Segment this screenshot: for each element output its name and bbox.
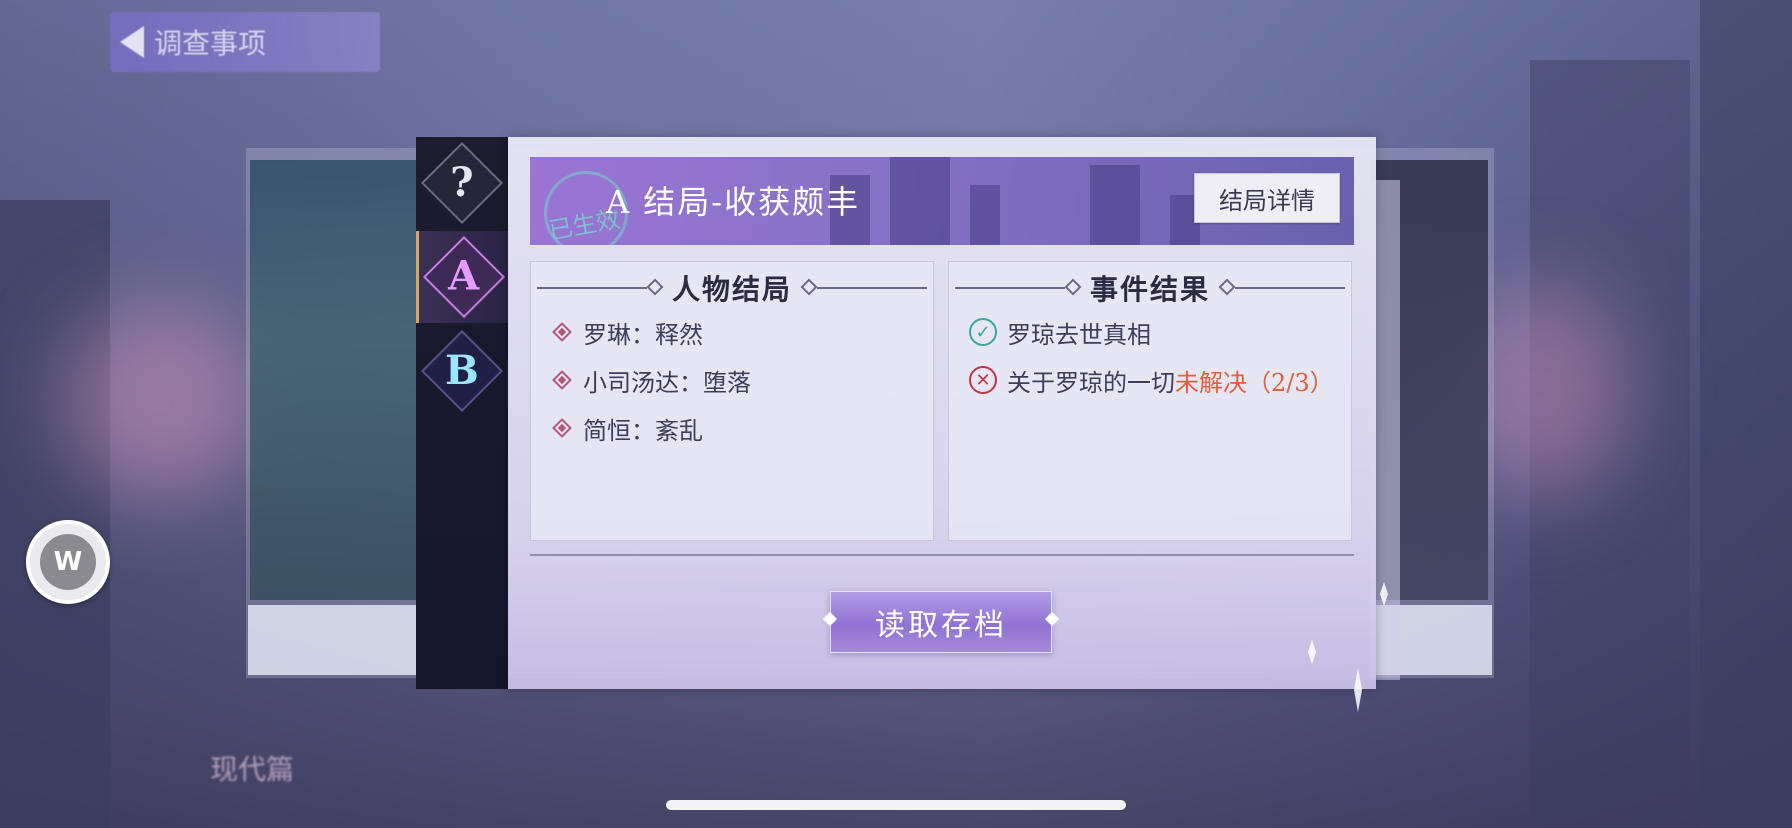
ornament-line — [1235, 287, 1345, 289]
load-save-button[interactable]: 读取存档 — [822, 591, 1060, 653]
diamond-bullet-icon — [552, 370, 572, 390]
diamond-bullet-icon — [552, 418, 572, 438]
background-building — [0, 200, 110, 828]
unresolved-status: 未解决（2/3） — [1175, 368, 1334, 397]
ending-title: A 结局-收获颇丰 — [606, 183, 861, 221]
section-divider — [530, 554, 1354, 556]
banner-decoration — [1090, 165, 1140, 245]
diamond-bullet-icon — [552, 322, 572, 342]
ornament-gem-icon — [646, 278, 664, 296]
event-results-heading: 事件结果 — [1089, 273, 1210, 306]
ending-banner: 已生效 A 结局-收获颇丰 结局详情 — [530, 157, 1354, 245]
character-ending-text: 简恒：紊乱 — [583, 416, 703, 445]
x-circle-icon: ✕ — [969, 366, 997, 394]
check-circle-icon: ✓ — [969, 318, 997, 346]
event-results-header: 事件结果 — [949, 268, 1351, 308]
back-arrow-icon — [120, 26, 144, 58]
event-results-panel: 事件结果 ✓ 罗琼去世真相 ✕ 关于罗琼的一切未解决（2/3） — [948, 261, 1352, 541]
sparkle-icon — [1044, 611, 1060, 627]
character-endings-panel: 人物结局 罗琳：释然 小司汤达：堕落 简恒：紊乱 — [530, 261, 934, 541]
ending-tabs: ? A B — [416, 137, 508, 689]
ornament-gem-icon — [1064, 278, 1082, 296]
back-label: 调查事项 — [154, 27, 267, 60]
event-result-label: 关于罗琼的一切 — [1007, 368, 1175, 397]
character-endings-heading: 人物结局 — [671, 273, 792, 306]
character-ending-item: 罗琳：释然 — [551, 314, 703, 350]
bottom-tab-label[interactable]: 现代篇 — [210, 748, 390, 798]
ornament-gem-icon — [1218, 278, 1236, 296]
chat-bubble-button[interactable]: W — [26, 520, 110, 604]
a-diamond-icon: A — [422, 235, 505, 319]
character-ending-item: 简恒：紊乱 — [551, 410, 703, 446]
background-building — [1700, 0, 1792, 828]
tab-symbol: ? — [450, 159, 474, 206]
event-result-text: 关于罗琼的一切未解决（2/3） — [1007, 363, 1334, 398]
ornament-gem-icon — [800, 278, 818, 296]
event-result-item: ✕ 关于罗琼的一切未解决（2/3） — [969, 362, 1334, 398]
tab-unknown[interactable]: ? — [416, 137, 508, 229]
sparkle-icon — [822, 611, 838, 627]
character-ending-text: 小司汤达：堕落 — [583, 368, 751, 397]
ending-panel: 已生效 A 结局-收获颇丰 结局详情 人物结局 罗琳：释然 小司汤达：堕落 简恒… — [508, 137, 1376, 689]
banner-decoration — [970, 185, 1000, 245]
ornament-line — [817, 287, 927, 289]
ornament-line — [537, 287, 647, 289]
tab-symbol: B — [445, 347, 479, 394]
chat-icon: W — [40, 534, 96, 590]
event-result-text: 罗琼去世真相 — [1007, 320, 1151, 349]
tab-symbol: A — [447, 252, 480, 300]
ornament-line — [955, 287, 1065, 289]
ending-details-button[interactable]: 结局详情 — [1194, 173, 1340, 223]
background-glow — [60, 300, 260, 500]
character-ending-text: 罗琳：释然 — [583, 320, 703, 349]
question-diamond-icon: ? — [420, 141, 504, 225]
b-diamond-icon: B — [420, 329, 504, 413]
event-result-item: ✓ 罗琼去世真相 — [969, 314, 1151, 350]
character-ending-item: 小司汤达：堕落 — [551, 362, 751, 398]
tab-ending-a[interactable]: A — [416, 231, 508, 323]
banner-decoration — [890, 157, 950, 245]
load-save-label: 读取存档 — [875, 608, 1007, 643]
back-button[interactable]: 调查事项 — [110, 12, 380, 72]
character-endings-header: 人物结局 — [531, 268, 933, 308]
tab-ending-b[interactable]: B — [416, 325, 508, 417]
home-indicator[interactable] — [666, 800, 1126, 810]
